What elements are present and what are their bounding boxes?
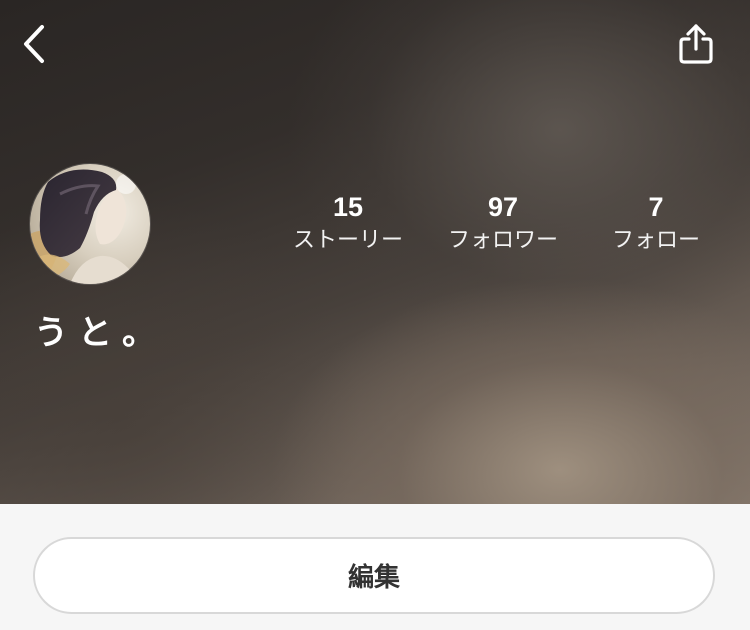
stat-stories[interactable]: 15 ストーリー bbox=[273, 190, 423, 258]
username: うと。 bbox=[34, 313, 166, 353]
stories-label: ストーリー bbox=[292, 228, 403, 253]
profile-actions-area: 編集 bbox=[0, 504, 750, 630]
back-button[interactable] bbox=[4, 14, 64, 74]
profile-screen: 15 ストーリー 97 フォロワー 7 フォロー うと。 編集 bbox=[0, 0, 750, 630]
stories-count: 15 bbox=[332, 192, 364, 222]
profile-avatar[interactable] bbox=[30, 164, 150, 284]
share-button[interactable] bbox=[666, 14, 726, 74]
followers-count: 97 bbox=[487, 192, 519, 222]
chevron-left-icon bbox=[24, 25, 44, 63]
share-upload-icon bbox=[679, 24, 713, 64]
edit-profile-button[interactable]: 編集 bbox=[33, 537, 715, 614]
profile-stats: 15 ストーリー 97 フォロワー 7 フォロー bbox=[270, 190, 730, 270]
following-label: フォロー bbox=[611, 228, 700, 253]
stat-followers[interactable]: 97 フォロワー bbox=[428, 190, 578, 258]
stat-following[interactable]: 7 フォロー bbox=[581, 190, 731, 258]
following-count: 7 bbox=[648, 192, 664, 222]
followers-label: フォロワー bbox=[447, 228, 558, 253]
avatar-illustration bbox=[30, 164, 150, 284]
profile-header-background: 15 ストーリー 97 フォロワー 7 フォロー うと。 bbox=[0, 0, 750, 504]
